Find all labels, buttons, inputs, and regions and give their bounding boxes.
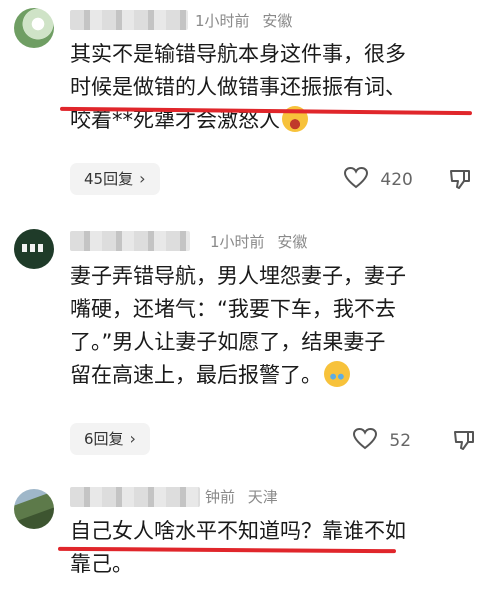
thumbs-down-icon (450, 170, 470, 189)
username-blurred (70, 10, 188, 30)
comment-line: 嘴硬，还堵气：“我要下车，我不去 (70, 297, 396, 321)
comment-line: 其实不是输错导航本身这件事，很多 (70, 42, 406, 66)
reply-count-button[interactable]: 6回复 › (70, 423, 150, 455)
comment-line: 了。”男人让妻子如愿了，结果妻子 (70, 330, 386, 354)
comment-line: 妻子弄错导航，男人埋怨妻子，妻子 (70, 264, 406, 288)
comment-3: 钟前 天津 自己女人啥水平不知道吗？靠谁不如 靠己。 (0, 475, 492, 592)
dislike-button[interactable] (452, 428, 476, 452)
crying-face-emoji-icon (324, 361, 350, 387)
like-button[interactable]: 420 (343, 166, 413, 190)
comment-time: 钟前 (205, 488, 236, 506)
username-blurred (70, 487, 200, 507)
comment-location: 天津 (247, 488, 278, 506)
reply-count-label: 45回复 (84, 170, 134, 188)
avatar[interactable] (14, 8, 54, 48)
reply-count-button[interactable]: 45回复 › (70, 163, 160, 195)
dislike-button[interactable] (448, 167, 472, 191)
comment-line: 靠己。 (70, 552, 133, 576)
chevron-right-icon: › (139, 169, 146, 188)
comment-location: 安徽 (277, 233, 308, 251)
avatar[interactable] (14, 489, 54, 529)
underlined-text: 自己女人啥水平不知道吗？ (70, 519, 322, 543)
comment-1: 1小时前 安徽 其实不是输错导航本身这件事，很多 时候是做错的人做错事还振振有词… (0, 0, 492, 205)
avatar[interactable] (14, 229, 54, 269)
comment-time: 1小时前 (195, 12, 250, 30)
like-button[interactable]: 52 (352, 427, 411, 451)
comment-text: 其实不是输错导航本身这件事，很多 时候是做错的人做错事还振振有词、 咬着**死犟… (70, 38, 480, 137)
comment-2: 1小时前 安徽 妻子弄错导航，男人埋怨妻子，妻子 嘴硬，还堵气：“我要下车，我不… (0, 205, 492, 475)
comment-text: 妻子弄错导航，男人埋怨妻子，妻子 嘴硬，还堵气：“我要下车，我不去 了。”男人让… (70, 260, 480, 392)
heart-icon (352, 427, 378, 450)
comment-meta: 1小时前 安徽 (195, 10, 292, 31)
thumbs-down-icon (454, 431, 474, 450)
comment-line: 时候是做错的人做错事还振振有词、 (70, 75, 406, 99)
comment-line: 留在高速上，最后报警了。 (70, 359, 480, 392)
chevron-right-icon: › (129, 429, 136, 448)
comment-meta: 1小时前 安徽 (210, 231, 307, 252)
heart-icon (343, 166, 369, 189)
comment-line: 自己女人啥水平不知道吗？靠谁不如 (70, 519, 406, 543)
like-count: 420 (380, 170, 413, 190)
comment-meta: 钟前 天津 (205, 486, 278, 507)
underlined-text: 是做错的人做错事还振振有词、 (112, 75, 406, 99)
reply-count-label: 6回复 (84, 430, 124, 448)
username-blurred (70, 231, 190, 251)
comment-time: 1小时前 (210, 233, 265, 251)
comment-location: 安徽 (262, 12, 293, 30)
like-count: 52 (389, 431, 412, 451)
